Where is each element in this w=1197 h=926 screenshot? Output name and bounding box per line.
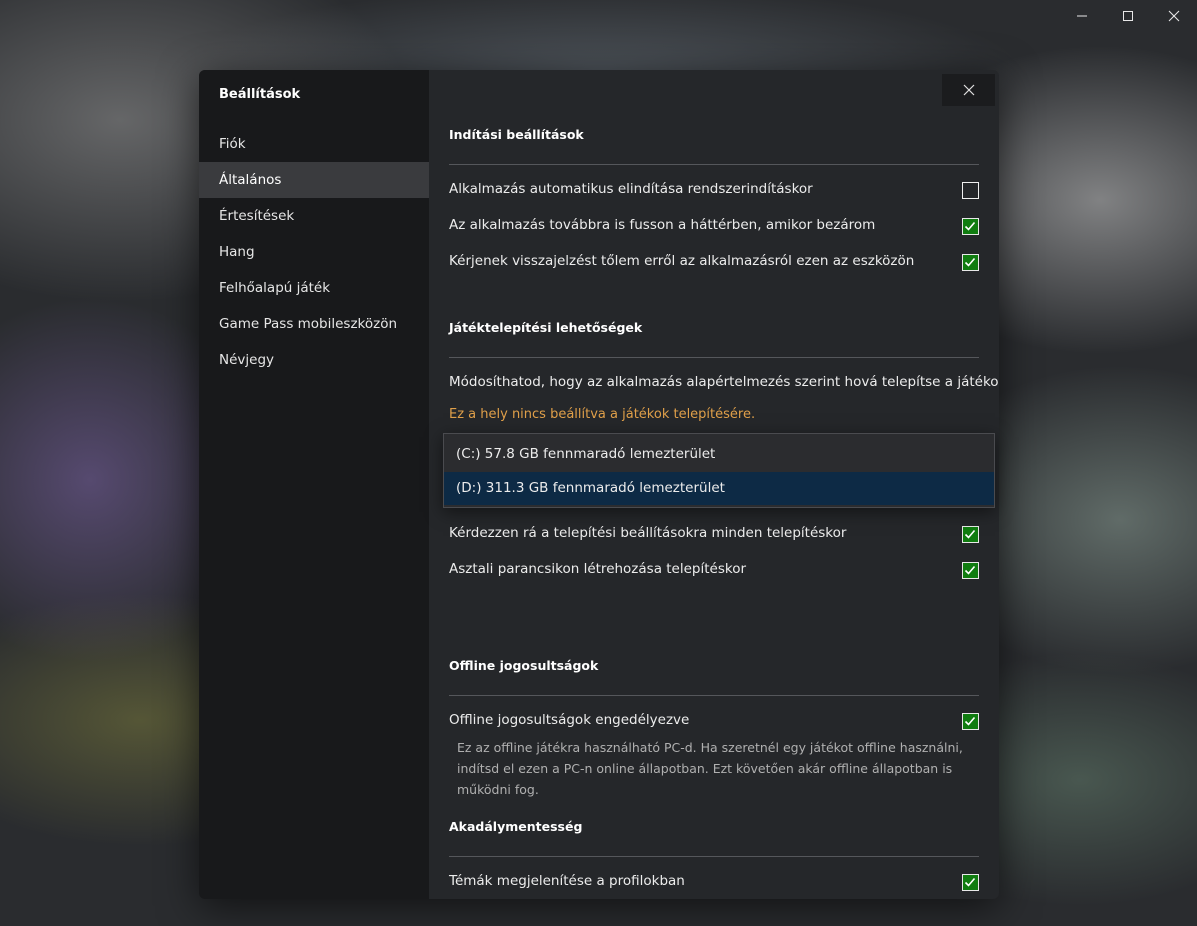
sidebar-item-about[interactable]: Névjegy <box>199 342 429 378</box>
sidebar-item-game-pass-mobile[interactable]: Game Pass mobileszközön <box>199 306 429 342</box>
ask-install-options-checkbox[interactable] <box>962 526 979 543</box>
settings-nav: Fiók Általános Értesítések Hang Felhőala… <box>199 126 429 378</box>
checkmark-icon <box>964 716 976 726</box>
window-caption-controls <box>1059 0 1197 32</box>
dropdown-option-d-drive[interactable]: (D:) 311.3 GB fennmaradó lemezterület <box>444 472 994 505</box>
minimize-button[interactable] <box>1059 0 1105 32</box>
install-location-dropdown[interactable]: (C:) 57.8 GB fennmaradó lemezterület (D:… <box>443 433 995 508</box>
divider <box>449 695 979 696</box>
sidebar-item-account[interactable]: Fiók <box>199 126 429 162</box>
window-close-button[interactable] <box>1151 0 1197 32</box>
divider <box>449 856 979 857</box>
offline-permissions-description: Ez az offline játékra használható PC-d. … <box>457 740 963 797</box>
feedback-checkbox[interactable] <box>962 254 979 271</box>
desktop-shortcut-label: Asztali parancsikon létrehozása telepíté… <box>449 561 747 577</box>
ask-install-options-label: Kérdezzen rá a telepítési beállításokra … <box>449 525 847 541</box>
divider <box>449 164 979 165</box>
settings-title: Beállítások <box>219 87 301 102</box>
checkmark-icon <box>964 257 976 267</box>
offline-permissions-label: Offline jogosultságok engedélyezve <box>449 712 690 728</box>
install-location-warning: Ez a hely nincs beállítva a játékok tele… <box>449 407 756 422</box>
sidebar-item-cloud-gaming[interactable]: Felhőalapú játék <box>199 270 429 306</box>
section-title-install: Játéktelepítési lehetőségek <box>449 320 643 335</box>
feedback-label: Kérjenek visszajelzést tőlem erről az al… <box>449 253 915 269</box>
checkmark-icon <box>964 565 976 575</box>
run-in-background-checkbox[interactable] <box>962 218 979 235</box>
maximize-icon <box>1123 11 1133 21</box>
checkmark-icon <box>964 877 976 887</box>
section-title-accessibility: Akadálymentesség <box>449 819 583 834</box>
sidebar-item-notifications[interactable]: Értesítések <box>199 198 429 234</box>
dropdown-option-c-drive[interactable]: (C:) 57.8 GB fennmaradó lemezterület <box>444 438 994 471</box>
offline-permissions-checkbox[interactable] <box>962 713 979 730</box>
show-themes-checkbox[interactable] <box>962 874 979 891</box>
install-location-description: Módosíthatod, hogy az alkalmazás alapért… <box>449 374 999 390</box>
section-title-startup: Indítási beállítások <box>449 127 584 142</box>
autostart-label: Alkalmazás automatikus elindítása rendsz… <box>449 181 813 197</box>
desktop-shortcut-checkbox[interactable] <box>962 562 979 579</box>
autostart-checkbox[interactable] <box>962 182 979 199</box>
run-in-background-label: Az alkalmazás továbbra is fusson a hátté… <box>449 217 876 233</box>
settings-sidebar: Beállítások Fiók Általános Értesítések H… <box>199 70 429 899</box>
checkmark-icon <box>964 221 976 231</box>
divider <box>449 357 979 358</box>
checkmark-icon <box>964 529 976 539</box>
section-title-offline: Offline jogosultságok <box>449 658 599 673</box>
show-themes-label: Témák megjelenítése a profilokban <box>449 873 685 889</box>
minimize-icon <box>1077 15 1087 17</box>
sidebar-item-general[interactable]: Általános <box>199 162 429 198</box>
sidebar-item-sound[interactable]: Hang <box>199 234 429 270</box>
maximize-button[interactable] <box>1105 0 1151 32</box>
close-icon <box>1168 10 1180 22</box>
